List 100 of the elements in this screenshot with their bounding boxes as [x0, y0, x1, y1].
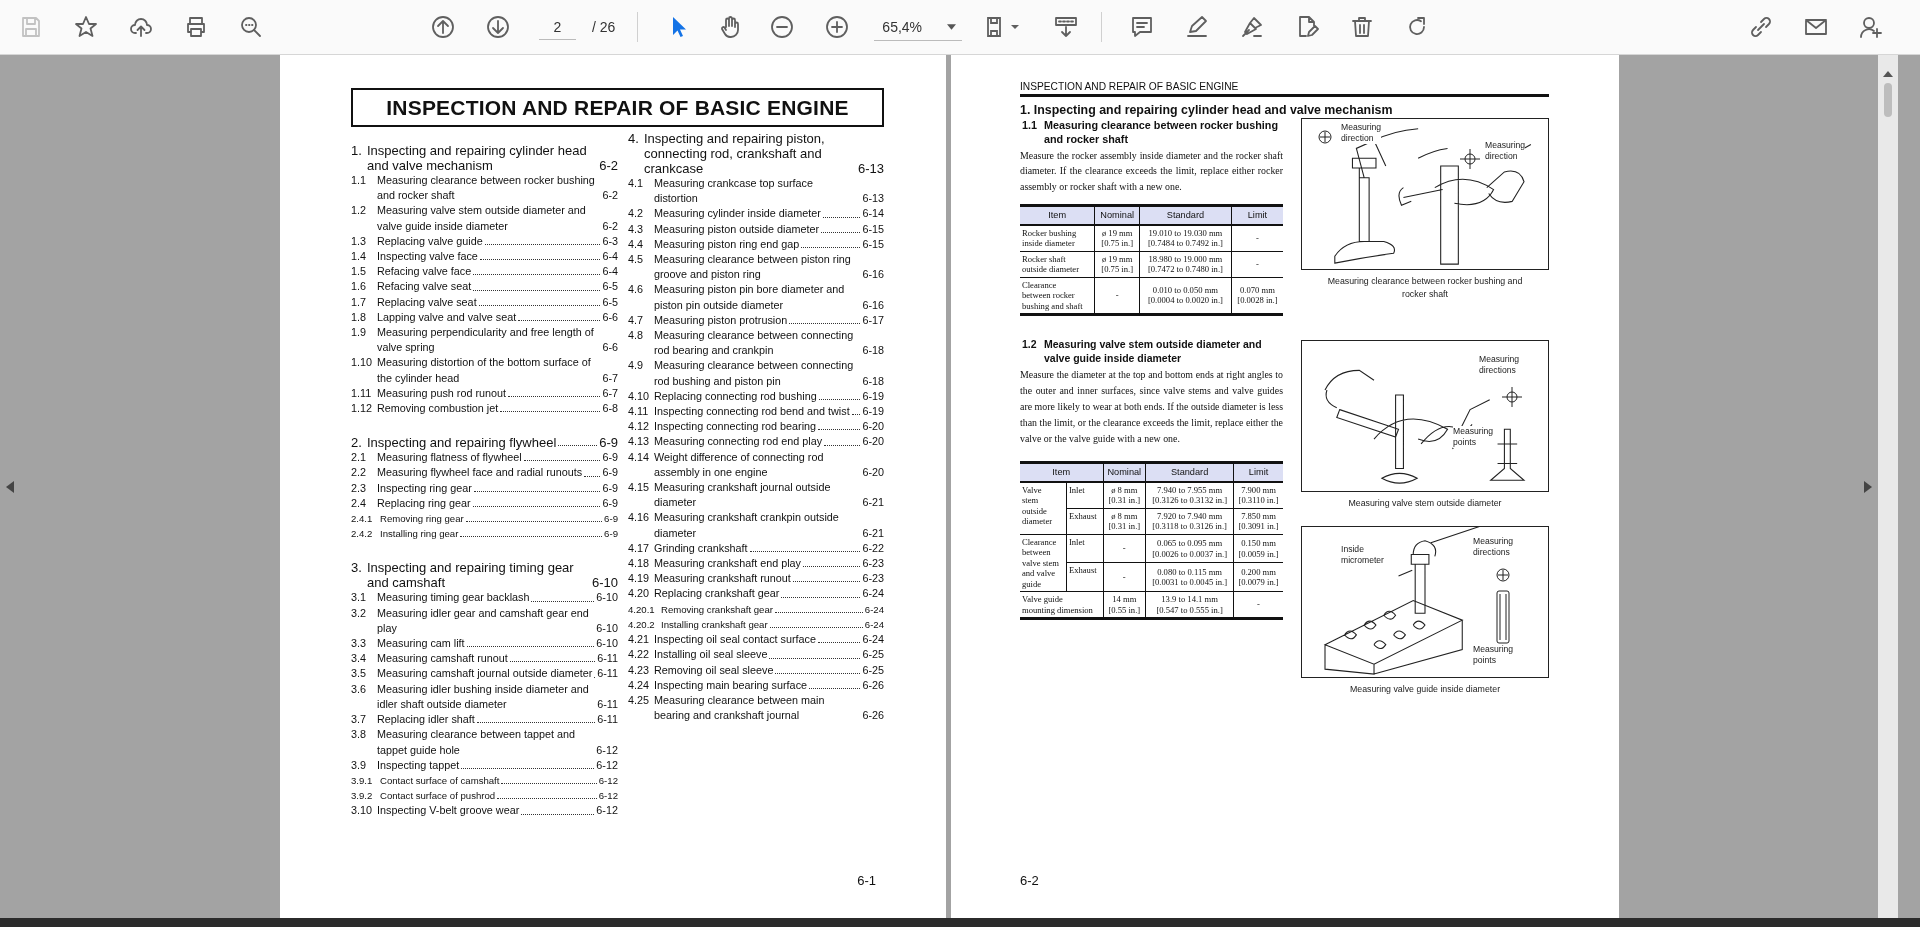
entry-number: 4.5: [628, 252, 644, 267]
entry-page-number: 6-12: [596, 742, 618, 758]
table-cell: 14 mm [0.55 in.]: [1103, 591, 1146, 619]
up-arrow-icon[interactable]: [1883, 71, 1893, 77]
scrollbar-thumb[interactable]: [1884, 83, 1892, 117]
entry-number: 4.24: [628, 677, 650, 693]
guide-bore-icon: [1496, 589, 1510, 644]
entry-page-number: 6-9: [602, 465, 618, 481]
entry-page-number: 6-24: [862, 586, 884, 602]
entry-title: Measuring push rod runout: [377, 385, 507, 401]
entry-number: 4.16: [628, 510, 650, 526]
entry-number: 4.19: [628, 571, 650, 587]
entry-number: 4.20: [628, 586, 650, 602]
table-cell: 7.940 to 7.955 mm [0.3126 to 0.3132 in.]: [1145, 481, 1234, 509]
entry-title: Measuring idler bushing inside diameter and idler shaft outside diameter: [377, 681, 590, 712]
person-add-icon: [1859, 15, 1883, 39]
entry-number: 2.2: [351, 465, 367, 481]
table-cell: ø 19 mm [0.75 in.]: [1094, 251, 1140, 278]
entry-number: 3.9: [351, 757, 367, 773]
section-title: Inspecting and repairing cylinder head and valve mechanism: [367, 143, 588, 173]
entry-title: Measuring distortion of the bottom surface of the cylinder head: [377, 355, 592, 386]
entry-page-number: 6-11: [597, 651, 618, 667]
entry-title: Measuring valve stem outside diameter and valve guide inside diameter: [377, 203, 587, 234]
entry-page-number: 6-9: [602, 480, 618, 496]
entry-number: 1.12: [351, 401, 373, 417]
entry-number: 3.10: [351, 803, 373, 819]
entry-page-number: 6-24: [864, 617, 884, 632]
entry-number: 1.8: [351, 309, 367, 325]
entry-number: 2.4: [351, 495, 367, 511]
table-cell: Rocker bushing inside diameter: [1020, 224, 1095, 252]
speech-bubble-icon: [1130, 15, 1155, 39]
left-arrow-icon[interactable]: [6, 480, 14, 493]
zoom-dropdown[interactable]: 65,4%: [874, 13, 963, 41]
cloud-upload-icon: [129, 15, 153, 39]
column-header: Item: [1020, 205, 1095, 225]
entry-number: 4.2: [628, 206, 644, 222]
entry-page-number: 6-12: [596, 757, 618, 773]
table-cell: 0.065 to 0.095 mm [0.0026 to 0.0037 in.]: [1145, 534, 1234, 563]
entry-page-number: 6-11: [597, 696, 618, 712]
right-arrow-icon[interactable]: [1864, 480, 1872, 493]
entry-number: 3.9.1: [351, 773, 374, 788]
entry-title: Measuring crankshaft crankpin outside diameter: [654, 510, 840, 541]
entry-number: 2.1: [351, 450, 367, 466]
entry-number: 4.9: [628, 358, 644, 374]
entry-title: Inspecting ring gear: [377, 480, 472, 496]
column-header: Standard: [1139, 205, 1232, 225]
entry-page-number: 6-24: [864, 602, 884, 617]
table-cell: 19.010 to 19.030 mm [0.7484 to 0.7492 in.]: [1139, 224, 1232, 252]
crosshair-icon: [1501, 386, 1523, 408]
section-title: Inspecting and repairing timing gear and camshaft: [367, 560, 575, 591]
column-header: Item: [1020, 462, 1103, 482]
entry-page-number: 6-2: [602, 188, 618, 204]
subsection-heading: Measuring clearance between rocker bushing and rocker shaft: [1044, 119, 1279, 146]
entry-title: Replacing valve guide: [377, 233, 483, 249]
minus-circle-icon: [770, 15, 795, 39]
section-title: Inspecting and repairing flywheel: [367, 435, 557, 451]
entry-page-number: 6-19: [862, 388, 884, 404]
entry-page-number: 6-6: [602, 340, 618, 356]
section-page-number: 6-9: [599, 435, 618, 451]
entry-page-number: 6-13: [862, 191, 884, 207]
table-cell: Exhaust: [1066, 508, 1103, 535]
figure-caption: Measuring clearance between rocker bushing and rocker shaft: [1326, 275, 1524, 300]
entry-number: 4.13: [628, 434, 650, 450]
entry-number: 4.8: [628, 328, 644, 344]
entry-number: 3.3: [351, 636, 367, 652]
entry-page-number: 6-4: [602, 264, 618, 280]
table-cell: 0.010 to 0.050 mm [0.0004 to 0.0020 in.]: [1139, 277, 1232, 315]
entry-title: Removing oil seal sleeve: [654, 662, 774, 678]
entry-page-number: 6-20: [862, 464, 884, 480]
entry-title: Measuring perpendicularity and free length of valve spring: [377, 325, 595, 356]
entry-number: 3.9.2: [351, 789, 374, 804]
entry-page-number: 6-24: [862, 632, 884, 648]
entry-number: 3.5: [351, 666, 367, 682]
entry-title: Measuring cylinder inside diameter: [654, 206, 821, 222]
entry-number: 4.4: [628, 236, 644, 252]
entry-title: Lapping valve and valve seat: [377, 309, 517, 325]
trash-icon: [1350, 15, 1375, 39]
entry-number: 1.1: [351, 173, 367, 188]
scrollbar[interactable]: [1878, 55, 1898, 918]
entry-title: Inspecting connecting rod bearing: [654, 419, 817, 435]
entry-title: Replacing crankshaft gear: [654, 586, 780, 602]
entry-page-number: 6-9: [604, 512, 618, 527]
entry-title: Measuring clearance between connecting rod bushing and piston pin: [654, 358, 855, 389]
entry-number: 3.7: [351, 712, 367, 728]
entry-number: 1.7: [351, 294, 367, 310]
entry-title: Measuring crankshaft journal outside diameter: [654, 480, 832, 511]
table-cell: -: [1103, 562, 1146, 592]
caret-icon: [947, 23, 957, 30]
plus-circle-icon: [825, 15, 850, 39]
figure-label: Measuring direction: [1341, 122, 1382, 144]
chapter-title: INSPECTION AND REPAIR OF BASIC ENGINE: [351, 88, 884, 127]
search-icon: [239, 15, 263, 39]
entry-title: Replacing idler shaft: [377, 712, 475, 728]
entry-page-number: 6-22: [862, 540, 884, 556]
fountain-pen-icon: [1240, 15, 1265, 39]
entry-number: 2.4.1: [351, 512, 374, 527]
section-page-number: 6-2: [599, 158, 618, 173]
page-number-field[interactable]: 2: [539, 14, 576, 40]
entry-page-number: 6-21: [862, 495, 884, 511]
entry-title: Measuring cam lift: [377, 636, 465, 652]
